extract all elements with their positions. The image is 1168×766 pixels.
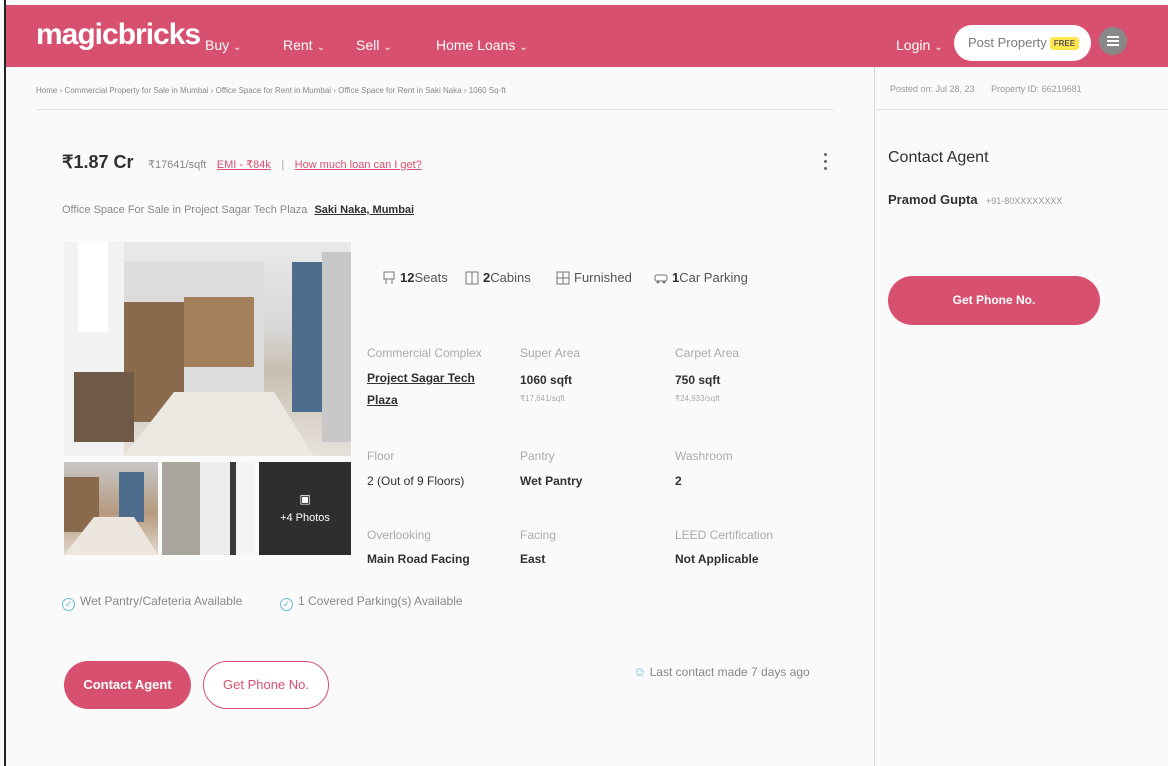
check-circle-icon: ✓ <box>280 598 293 611</box>
spec-label-complex: Commercial Complex <box>367 346 482 360</box>
spec-label-carpet-area: Carpet Area <box>675 346 740 360</box>
listing-subtitle: Office Space For Sale in Project Sagar T… <box>62 204 414 216</box>
spec-value-complex[interactable]: Project Sagar Tech Plaza <box>367 367 497 411</box>
nav-sell-label: Sell <box>356 37 380 53</box>
highlight-furnished-label: Furnished <box>574 270 632 285</box>
amenity-pantry: ✓ Wet Pantry/Cafeteria Available <box>62 594 242 611</box>
agent-name: Pramod Gupta <box>888 192 978 207</box>
spec-value-overlooking: Main Road Facing <box>367 552 470 566</box>
sidebar-get-phone-button[interactable]: Get Phone No. <box>888 276 1100 325</box>
spec-sub-super-area: ₹17,641/sqft <box>520 394 565 403</box>
price: ₹1.87 Cr <box>62 152 134 172</box>
furnished-icon <box>556 271 570 285</box>
spec-label-facing: Facing <box>520 528 557 542</box>
nav-buy[interactable]: Buy ⌄ <box>205 37 242 53</box>
spec-value-leed: Not Applicable <box>675 552 759 566</box>
spec-value-carpet-area: 750 sqft <box>675 373 721 387</box>
amenity-parking-label: 1 Covered Parking(s) Available <box>298 594 463 608</box>
card-top-divider <box>36 109 834 110</box>
chevron-down-icon: ⌄ <box>316 42 325 53</box>
agent-info: Pramod Gupta +91-80XXXXXXXX <box>888 191 1062 209</box>
more-options-icon[interactable] <box>818 149 832 179</box>
post-property-button[interactable]: Post Property FREE <box>954 25 1091 61</box>
chevron-down-icon: ⌄ <box>519 42 528 53</box>
column-divider <box>874 67 875 766</box>
spec-value-facing: East <box>520 552 546 566</box>
location-link[interactable]: Saki Naka, Mumbai <box>314 204 414 216</box>
spec-sub-carpet-area: ₹24,933/sqft <box>675 394 720 403</box>
logo[interactable]: magicbricks <box>36 18 201 52</box>
photo-thumbnail[interactable] <box>64 462 158 555</box>
spec-value-washroom: 2 <box>675 474 682 488</box>
breadcrumb[interactable]: Home › Commercial Property for Sale in M… <box>36 86 506 95</box>
last-contact-text: Last contact made 7 days ago <box>649 665 810 679</box>
parking-icon <box>654 274 668 284</box>
agent-phone: +91-80XXXXXXXX <box>986 196 1063 206</box>
separator: | <box>281 159 285 171</box>
spec-label-floor: Floor <box>367 449 395 463</box>
nav-sell[interactable]: Sell ⌄ <box>356 37 392 53</box>
login-menu[interactable]: Login ⌄ <box>896 37 943 53</box>
nav-home-loans[interactable]: Home Loans ⌄ <box>436 37 528 53</box>
last-contact-info: ☺ Last contact made 7 days ago <box>633 664 810 679</box>
chevron-down-icon: ⌄ <box>233 42 242 53</box>
loan-link[interactable]: How much loan can I get? <box>295 159 422 171</box>
chevron-down-icon: ⌄ <box>934 42 943 53</box>
cabin-icon <box>465 271 479 285</box>
office-photo-image <box>64 242 351 456</box>
contact-agent-button[interactable]: Contact Agent <box>64 661 191 709</box>
seat-icon <box>383 271 395 284</box>
camera-icon: ▣ <box>299 492 311 506</box>
nav-rent[interactable]: Rent ⌄ <box>283 37 325 53</box>
subtitle-text: Office Space For Sale in Project Sagar T… <box>62 204 308 216</box>
highlight-parking: 1Car Parking <box>654 270 748 285</box>
highlight-furnished: Furnished <box>556 270 632 285</box>
spec-label-super-area: Super Area <box>520 346 581 360</box>
highlight-cabins-label: Cabins <box>490 270 531 285</box>
login-label: Login <box>896 37 931 53</box>
hamburger-menu-icon[interactable] <box>1099 27 1127 55</box>
spec-label-pantry: Pantry <box>520 449 555 463</box>
spec-value-super-area: 1060 sqft <box>520 373 573 387</box>
spec-value-pantry: Wet Pantry <box>520 474 583 488</box>
emi-link[interactable]: EMI - ₹84k <box>217 159 271 171</box>
post-property-label: Post Property <box>968 35 1047 50</box>
get-phone-button[interactable]: Get Phone No. <box>203 661 329 709</box>
highlight-cabins: 2Cabins <box>465 270 531 285</box>
highlight-parking-label: Car Parking <box>679 270 748 285</box>
user-icon: ☺ <box>633 664 647 679</box>
thumbnail-image <box>162 462 255 555</box>
more-photos-button[interactable]: ▣ +4 Photos <box>259 462 351 555</box>
spec-label-overlooking: Overlooking <box>367 528 432 542</box>
highlight-seats: 12Seats <box>382 270 448 285</box>
price-per-sqft: ₹17641/sqft <box>147 159 207 171</box>
spec-label-leed: LEED Certification <box>675 528 774 542</box>
property-id: Property ID: 66219681 <box>991 84 1082 94</box>
amenity-pantry-label: Wet Pantry/Cafeteria Available <box>80 594 243 608</box>
highlight-seats-label: Seats <box>414 270 448 285</box>
nav-rent-label: Rent <box>283 37 313 53</box>
sidebar-top-divider <box>876 109 1168 110</box>
more-photos-label: +4 Photos <box>280 512 330 524</box>
price-row: ₹1.87 Cr ₹17641/sqft EMI - ₹84k | How mu… <box>62 152 422 173</box>
highlight-seats-value: 12 <box>400 270 415 285</box>
amenity-parking: ✓ 1 Covered Parking(s) Available <box>280 594 463 611</box>
posted-date: Posted on: Jul 28, 23 <box>890 84 975 94</box>
spec-value-floor: 2 (Out of 9 Floors) <box>367 474 465 488</box>
nav-buy-label: Buy <box>205 37 230 53</box>
window-border <box>4 0 6 766</box>
chevron-down-icon: ⌄ <box>383 42 392 53</box>
free-badge: FREE <box>1049 37 1080 51</box>
thumbnail-image <box>64 472 158 555</box>
spec-label-washroom: Washroom <box>675 449 733 463</box>
main-photo[interactable] <box>64 242 351 456</box>
nav-home-loans-label: Home Loans <box>436 37 516 53</box>
check-circle-icon: ✓ <box>62 598 75 611</box>
top-header: magicbricks Buy ⌄ Rent ⌄ Sell ⌄ Home Loans ⌄… <box>6 5 1168 67</box>
photo-thumbnail[interactable] <box>162 462 255 555</box>
posted-info: Posted on: Jul 28, 23 Property ID: 66219… <box>890 84 1082 94</box>
sidebar-title: Contact Agent <box>888 149 989 166</box>
